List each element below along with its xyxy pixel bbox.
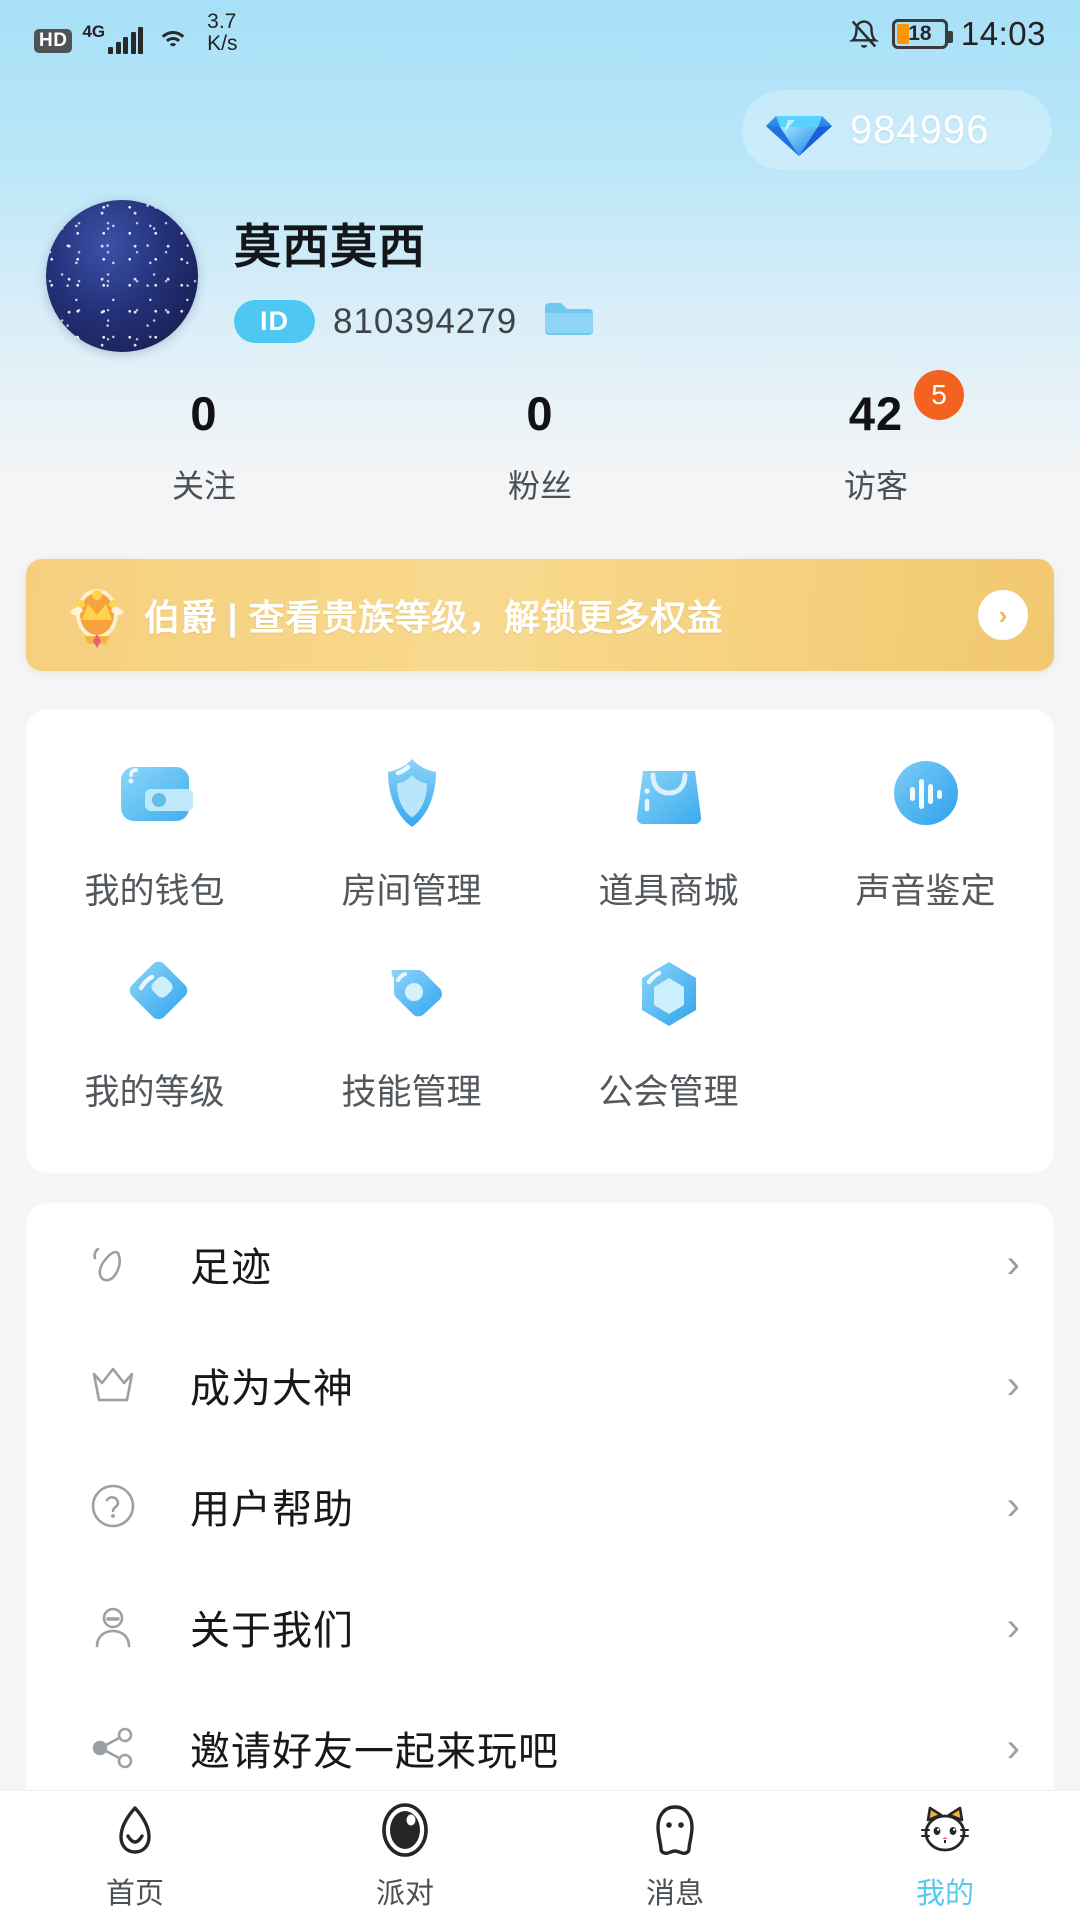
- person-icon: [82, 1596, 144, 1658]
- username: 莫西莫西: [234, 220, 426, 273]
- tab-message[interactable]: 消息: [540, 1800, 810, 1912]
- chevron-right-icon[interactable]: ›: [1007, 1607, 1020, 1647]
- profile-info: 莫西莫西 ID 810394279: [234, 208, 595, 344]
- id-number: 810394279: [333, 301, 518, 341]
- chevron-right-icon[interactable]: ›: [1007, 1728, 1020, 1768]
- network-type-label: 4G: [82, 22, 106, 41]
- shopping-bag-icon: [621, 745, 717, 841]
- diamond-count: 984996: [850, 107, 990, 152]
- diamond-level-icon: [107, 946, 203, 1042]
- stat-following[interactable]: 0 关注: [36, 386, 372, 507]
- tab-label: 我的: [915, 1877, 974, 1910]
- network-speed-value: 3.7: [207, 10, 237, 33]
- grid-item-wallet[interactable]: 我的钱包: [26, 745, 283, 914]
- cat-icon: [914, 1800, 976, 1862]
- party-icon: [374, 1800, 436, 1862]
- noble-crown-icon: [60, 578, 134, 652]
- stat-fans[interactable]: 0 粉丝: [372, 386, 708, 507]
- network-speed: 3.7 K/s: [207, 11, 237, 55]
- tab-label: 消息: [645, 1877, 704, 1910]
- status-badge: 5: [914, 370, 964, 420]
- hexagon-icon: [621, 946, 717, 1042]
- list-item-label: 足迹: [190, 1245, 272, 1290]
- noble-banner[interactable]: 伯爵 | 查看贵族等级，解锁更多权益 ›: [26, 559, 1054, 671]
- list-item-label: 关于我们: [190, 1608, 354, 1653]
- grid-item-my-level[interactable]: 我的等级: [26, 946, 283, 1115]
- voice-wave-icon: [878, 745, 974, 841]
- list-item-label: 邀请好友一起来玩吧: [190, 1729, 559, 1774]
- grid-item-voice-appraisal[interactable]: 声音鉴定: [797, 745, 1054, 914]
- grid-item-label: 房间管理: [341, 872, 482, 911]
- avatar[interactable]: [46, 200, 198, 352]
- status-bar: HD 4G 3.7 K/s 18 14:03: [0, 0, 1080, 68]
- profile-header[interactable]: 莫西莫西 ID 810394279: [0, 170, 1080, 352]
- list-item-user-help[interactable]: 用户帮助 ›: [26, 1445, 1054, 1566]
- tab-label: 派对: [375, 1877, 434, 1910]
- wifi-icon: [157, 29, 190, 55]
- diamond-balance-button[interactable]: 984996: [742, 90, 1052, 170]
- stat-label: 粉丝: [507, 468, 572, 504]
- question-circle-icon: [82, 1475, 144, 1537]
- feature-grid: 我的钱包 房间管理 道具商城 声音鉴定 我的等级 技能管理 公会管理: [26, 709, 1054, 1173]
- grid-item-label: 我的等级: [84, 1073, 225, 1112]
- status-bar-left: HD 4G 3.7 K/s: [34, 11, 237, 57]
- menu-list-card: 足迹 › 成为大神 › 用户帮助 › 关于我们 › 邀请好友一起来玩吧 ›: [26, 1203, 1054, 1808]
- grid-item-label: 道具商城: [598, 872, 739, 911]
- clock: 14:03: [960, 15, 1046, 52]
- grid-item-room-management[interactable]: 房间管理: [283, 745, 540, 914]
- currency-row: 984996: [0, 68, 1080, 170]
- tab-label: 首页: [105, 1877, 164, 1910]
- tab-party[interactable]: 派对: [270, 1800, 540, 1912]
- status-bar-right: 18 14:03: [848, 15, 1046, 53]
- list-item-about-us[interactable]: 关于我们 ›: [26, 1566, 1054, 1687]
- grid-item-guild-management[interactable]: 公会管理: [540, 946, 797, 1115]
- chevron-right-icon[interactable]: ›: [978, 590, 1028, 640]
- stats-row: 0 关注 0 粉丝 42 5 访客: [0, 370, 1080, 507]
- bottom-tab-bar: 首页 派对 消息 我的: [0, 1790, 1080, 1920]
- network-speed-unit: K/s: [207, 32, 238, 55]
- message-icon: [644, 1800, 706, 1862]
- grid-item-label: 技能管理: [341, 1073, 482, 1112]
- tab-home[interactable]: 首页: [0, 1800, 270, 1912]
- battery-level: 18: [908, 22, 932, 45]
- share-icon: [82, 1717, 144, 1779]
- grid-item-label: 我的钱包: [84, 872, 225, 911]
- chevron-right-icon[interactable]: ›: [1007, 1365, 1020, 1405]
- diamond-icon: [764, 102, 834, 158]
- grid-item-shop[interactable]: 道具商城: [540, 745, 797, 914]
- profile-page: HD 4G 3.7 K/s 18 14:03 984996 莫西莫西 ID 81…: [0, 0, 1080, 1920]
- feature-grid-card: 我的钱包 房间管理 道具商城 声音鉴定 我的等级 技能管理 公会管理: [26, 709, 1054, 1173]
- stat-value: 0: [190, 387, 218, 440]
- stat-visitors[interactable]: 42 5 访客: [708, 370, 1044, 507]
- noble-banner-text: 伯爵 | 查看贵族等级，解锁更多权益: [144, 597, 724, 638]
- folder-icon[interactable]: [543, 299, 595, 344]
- cellular-signal-icon: 4G: [82, 22, 144, 54]
- battery-icon: 18: [891, 19, 953, 49]
- wallet-icon: [107, 745, 203, 841]
- stat-label: 访客: [843, 468, 908, 504]
- stat-value: 0: [526, 387, 554, 440]
- list-item-footprint[interactable]: 足迹 ›: [26, 1203, 1054, 1324]
- tag-icon: [364, 946, 460, 1042]
- hd-icon: HD: [34, 29, 73, 53]
- footprint-icon: [82, 1233, 144, 1295]
- crown-outline-icon: [82, 1354, 144, 1416]
- grid-item-skill-management[interactable]: 技能管理: [283, 946, 540, 1115]
- grid-item-label: 声音鉴定: [855, 872, 996, 911]
- stat-label: 关注: [171, 468, 236, 504]
- grid-item-label: 公会管理: [598, 1073, 739, 1112]
- home-icon: [104, 1800, 166, 1862]
- id-row: ID 810394279: [234, 299, 595, 344]
- list-item-label: 用户帮助: [190, 1487, 354, 1532]
- stat-value: 42: [848, 387, 904, 440]
- bell-muted-icon: [848, 18, 879, 50]
- id-badge: ID: [234, 300, 315, 343]
- shield-icon: [364, 745, 460, 841]
- chevron-right-icon[interactable]: ›: [1007, 1244, 1020, 1284]
- list-item-become-master[interactable]: 成为大神 ›: [26, 1324, 1054, 1445]
- tab-mine[interactable]: 我的: [810, 1800, 1080, 1912]
- chevron-right-icon[interactable]: ›: [1007, 1486, 1020, 1526]
- list-item-label: 成为大神: [190, 1366, 354, 1411]
